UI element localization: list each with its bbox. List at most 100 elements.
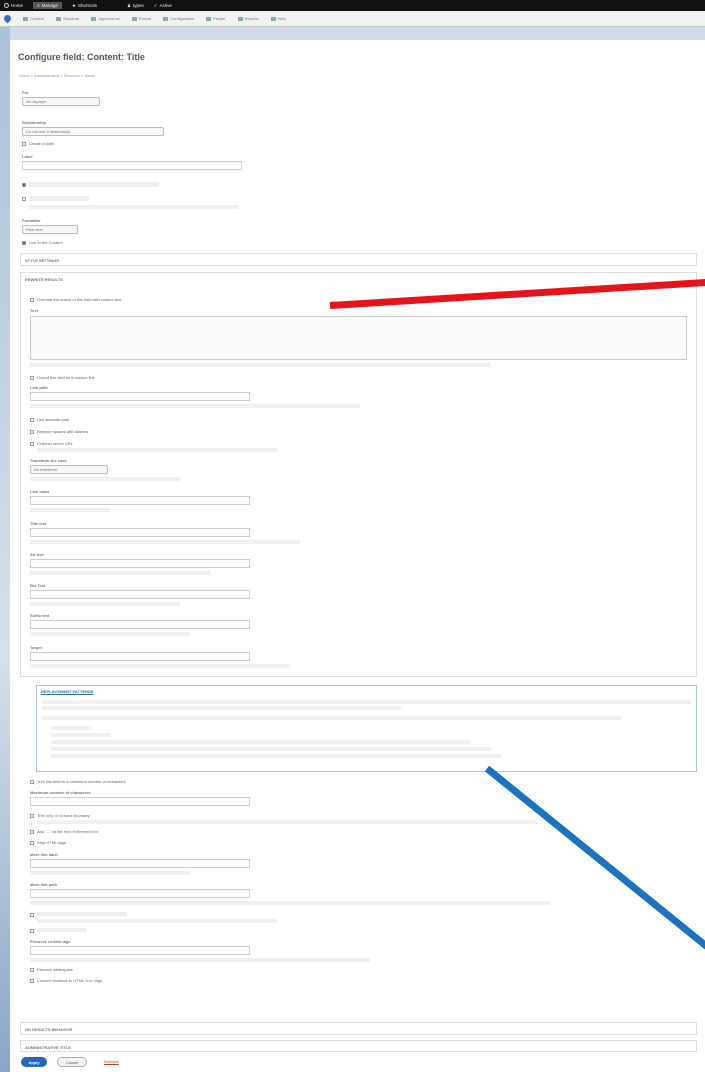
link-class-input[interactable] [30,496,250,505]
preserve-tags-description [30,958,370,962]
max-chars-label: Maximum number of characters [30,790,91,795]
rewrite-results-legend[interactable]: REWRITE RESULTS [25,277,63,282]
star-icon: ★ [71,2,76,8]
formatter-select-value: Plain text [26,227,43,232]
override-text: Override the output of this field with c… [37,297,122,302]
check-icon: ✓ [153,2,158,8]
relationship-select[interactable]: Do not use a relationship [22,127,164,136]
checkbox-1[interactable] [22,183,26,187]
replace-spaces-text: Replace spaces with dashes [37,429,88,434]
external-checkbox[interactable] [30,442,34,446]
admin-menu-extend[interactable]: Extend [131,16,152,21]
transform-case-select[interactable]: No transform [30,465,108,474]
people-icon [206,16,212,21]
checkbox-field-1-text [37,912,127,916]
appearance-icon [91,16,97,21]
formatter-select[interactable]: Plain text [22,225,78,234]
checkbox-field-2[interactable] [30,929,34,933]
token-item [51,754,501,758]
preserve-tags-label: Preserve certain tags [30,939,71,944]
replacement-help-line [41,716,621,720]
trim-word-text: Trim only on a word boundary [37,813,90,818]
target-description [30,664,290,668]
admin-menu-label: Help [277,16,286,21]
suffix-text-description [30,632,190,636]
toolbar-home[interactable]: Home [4,3,23,8]
rel-text-label: Rel Text [30,583,46,588]
checkbox-field-1[interactable] [30,913,34,917]
suffix-text-label: Suffix text [30,613,50,618]
for-select[interactable]: All displays [22,97,100,106]
checkbox-2-description [29,205,239,209]
create-label-checkbox[interactable] [22,142,26,146]
admin-menu-label: People [213,16,226,21]
for-label: For [22,90,29,95]
link-to-content-checkbox[interactable] [22,241,26,245]
title-text-input[interactable] [30,528,250,537]
text-label: Text [30,308,38,313]
admin-menu-content[interactable]: Content [23,16,44,21]
token-item [51,740,471,744]
output-link-checkbox[interactable] [30,376,34,380]
checkbox-2[interactable] [22,197,26,201]
convert-newlines-text: Convert newlines to HTML <br> tags [37,978,102,983]
toolbar-shortcuts[interactable]: ★ Shortcuts [72,3,97,9]
label-input[interactable] [22,161,242,170]
admin-menu-label: Extend [138,16,152,21]
checkbox-2-text [29,196,89,201]
admin-menu-help[interactable]: Help [270,16,286,21]
no-results-legend: NO RESULTS BEHAVIOR [25,1027,73,1032]
more-link-path-input[interactable] [30,889,250,898]
convert-newlines-checkbox[interactable] [30,979,34,983]
remove-link[interactable]: Remove [104,1059,119,1064]
toolbar-manage[interactable]: ≡ Manage [33,2,62,9]
rel-text-description [30,602,180,606]
replacement-patterns-link[interactable]: REPLACEMENT PATTERNS [41,689,94,694]
admin-menu-configuration[interactable]: Configuration [163,16,194,21]
toolbar-user[interactable]: ♟ types [127,3,144,9]
rel-text-input[interactable] [30,590,250,599]
no-results-fieldset[interactable]: NO RESULTS BEHAVIOR [20,1022,697,1035]
style-settings-fieldset[interactable]: STYLE SETTINGS [20,253,697,266]
trim-text: Trim this field to a maximum number of c… [37,779,126,784]
remove-whitespace-checkbox[interactable] [30,968,34,972]
preserve-tags-input[interactable] [30,946,250,955]
admin-title-fieldset[interactable]: ADMINISTRATIVE TITLE [20,1040,697,1052]
relationship-label: Relationship [22,120,47,125]
absolute-path-text: Use absolute path [37,417,70,422]
max-chars-input[interactable] [30,797,250,806]
admin-menu-reports[interactable]: Reports [237,16,259,21]
ellipsis-checkbox[interactable] [30,830,34,834]
more-link-input[interactable] [30,859,250,868]
link-path-input[interactable] [30,392,250,401]
replacement-help-line [41,706,401,710]
strip-tags-checkbox[interactable] [30,841,34,845]
override-checkbox[interactable] [30,298,34,302]
target-input[interactable] [30,652,250,661]
apply-button[interactable]: Apply [21,1057,47,1067]
admin-menu-structure[interactable]: Structure [56,16,79,21]
admin-menu-people[interactable]: People [206,16,226,21]
trim-checkbox[interactable] [30,780,34,784]
admin-menu-appearance[interactable]: Appearance [91,16,120,21]
for-select-value: All displays [26,99,47,104]
admin-menu: Content Structure Appearance Extend Conf… [0,11,705,27]
create-label-text: Create a label [29,141,54,146]
breadcrumb[interactable]: Home » Administration » Structure » View… [19,73,95,78]
checkbox-field-1-description [37,919,277,923]
style-settings-legend: STYLE SETTINGS [25,258,60,263]
formatter-label: Formatter [22,218,41,223]
absolute-path-checkbox[interactable] [30,418,34,422]
suffix-text-input[interactable] [30,620,250,629]
alt-text-input[interactable] [30,559,250,568]
text-textarea[interactable] [30,316,687,360]
replacement-patterns-box: REPLACEMENT PATTERNS [36,685,697,772]
toolbar-home-label: Home [11,3,24,8]
toolbar-shortcuts-label: Shortcuts [77,3,97,8]
cancel-button[interactable]: Cancel [57,1057,87,1067]
menu-icon: ≡ [37,3,40,8]
drupal-icon [4,3,9,8]
trim-word-checkbox[interactable] [30,814,34,818]
replace-spaces-checkbox[interactable] [30,430,34,434]
more-link-path-description [30,901,550,905]
